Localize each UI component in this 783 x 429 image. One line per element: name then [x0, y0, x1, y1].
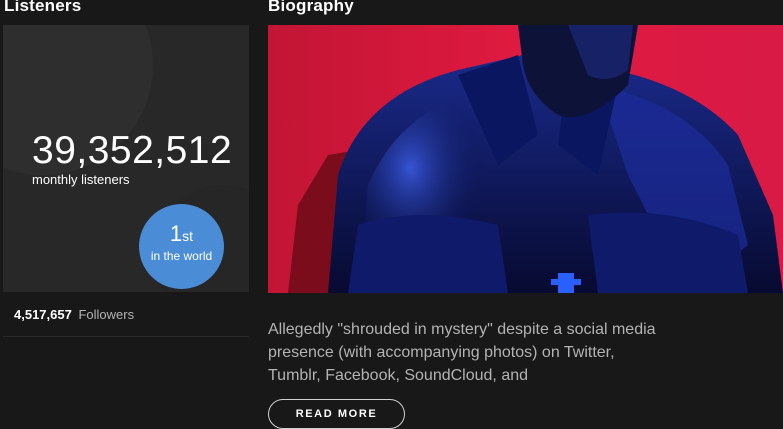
artist-portrait-image[interactable] [268, 25, 783, 293]
biography-text: Allegedly "shrouded in mystery" despite … [268, 321, 656, 384]
biography-title: Biography [268, 0, 354, 15]
divider [3, 336, 249, 337]
monthly-listeners-count: 39,352,512 [32, 129, 233, 172]
listeners-title: Listeners [4, 0, 82, 15]
followers-count: 4,517,657 [14, 307, 72, 322]
followers: 4,517,657 Followers [14, 307, 134, 322]
read-more-button[interactable]: READ MORE [268, 399, 405, 429]
rank-suffix: st [182, 228, 194, 244]
followers-label: Followers [78, 307, 135, 322]
world-rank-badge: 1st in the world [139, 204, 224, 289]
rank-label: in the world [150, 249, 213, 263]
rank-number: 1 [169, 221, 183, 246]
monthly-listeners-label: monthly listeners [32, 172, 130, 187]
